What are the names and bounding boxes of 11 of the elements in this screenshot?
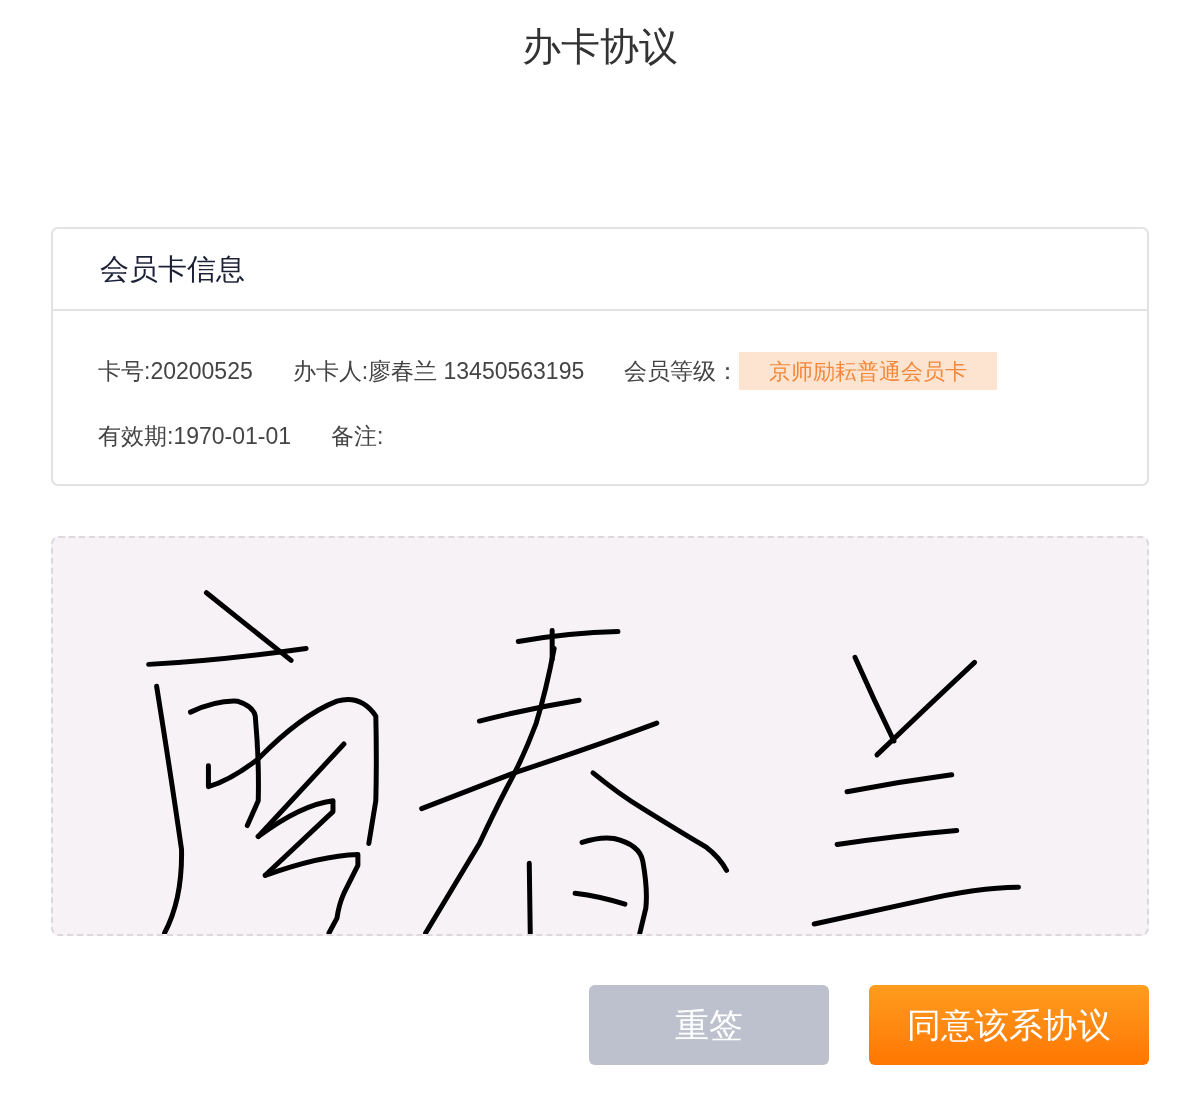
signature-pad[interactable]	[51, 536, 1149, 936]
re-sign-button[interactable]: 重签	[589, 985, 829, 1065]
info-text: 会员等级：	[624, 357, 740, 386]
info-text: 卡号:20200525	[98, 357, 253, 386]
card-section-title: 会员卡信息	[100, 252, 245, 287]
info-text: 办卡人:廖春兰 13450563195	[292, 357, 585, 386]
info-text: 备注:	[331, 422, 384, 451]
member-level-tag: 京师励耘普通会员卡	[739, 352, 998, 390]
info-text: 有效期:1970-01-01	[98, 422, 292, 451]
agree-button[interactable]: 同意该系协议	[869, 985, 1149, 1065]
page-title: 办卡协议	[522, 24, 678, 70]
